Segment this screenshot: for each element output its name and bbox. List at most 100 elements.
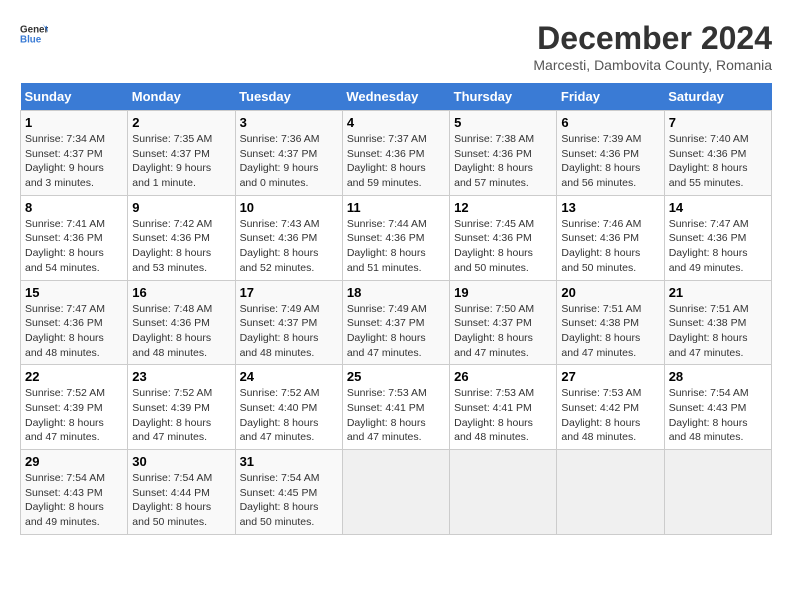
day-number: 6 [561, 115, 659, 130]
day-number: 1 [25, 115, 123, 130]
calendar-cell: 17 Sunrise: 7:49 AMSunset: 4:37 PMDayligh… [235, 280, 342, 365]
calendar-cell: 6Sunrise: 7:39 AMSunset: 4:36 PMDaylight… [557, 111, 664, 196]
day-info: Sunrise: 7:54 AMSunset: 4:43 PMDaylight:… [669, 386, 767, 445]
day-header-thursday: Thursday [450, 83, 557, 111]
day-info: Sunrise: 7:37 AMSunset: 4:36 PMDaylight:… [347, 132, 445, 191]
day-number: 20 [561, 285, 659, 300]
calendar-cell: 16 Sunrise: 7:48 AMSunset: 4:36 PMDayligh… [128, 280, 235, 365]
day-info: Sunrise: 7:54 AMSunset: 4:44 PMDaylight:… [132, 471, 230, 530]
day-number: 5 [454, 115, 552, 130]
day-number: 21 [669, 285, 767, 300]
calendar-cell: 21 Sunrise: 7:51 AMSunset: 4:38 PMDayligh… [664, 280, 771, 365]
day-number: 9 [132, 200, 230, 215]
day-number: 14 [669, 200, 767, 215]
day-info: Sunrise: 7:53 AMSunset: 4:41 PMDaylight:… [454, 386, 552, 445]
day-info: Sunrise: 7:52 AMSunset: 4:39 PMDaylight:… [132, 386, 230, 445]
calendar-cell: 10 Sunrise: 7:43 AMSunset: 4:36 PMDayligh… [235, 195, 342, 280]
week-row-1: 1 Sunrise: 7:34 AMSunset: 4:37 PMDaylight… [21, 111, 772, 196]
day-info: Sunrise: 7:52 AMSunset: 4:40 PMDaylight:… [240, 386, 338, 445]
subtitle: Marcesti, Dambovita County, Romania [533, 57, 772, 73]
day-number: 28 [669, 369, 767, 384]
calendar-cell: 19 Sunrise: 7:50 AMSunset: 4:37 PMDayligh… [450, 280, 557, 365]
day-info: Sunrise: 7:54 AMSunset: 4:45 PMDaylight:… [240, 471, 338, 530]
day-number: 7 [669, 115, 767, 130]
day-number: 31 [240, 454, 338, 469]
day-header-saturday: Saturday [664, 83, 771, 111]
day-info: Sunrise: 7:51 AMSunset: 4:38 PMDaylight:… [669, 302, 767, 361]
day-info: Sunrise: 7:43 AMSunset: 4:36 PMDaylight:… [240, 217, 338, 276]
day-info: Sunrise: 7:50 AMSunset: 4:37 PMDaylight:… [454, 302, 552, 361]
calendar-cell: 3 Sunrise: 7:36 AMSunset: 4:37 PMDaylight… [235, 111, 342, 196]
day-info: Sunrise: 7:35 AMSunset: 4:37 PMDaylight:… [132, 132, 230, 191]
calendar-cell: 12 Sunrise: 7:45 AMSunset: 4:36 PMDayligh… [450, 195, 557, 280]
day-number: 4 [347, 115, 445, 130]
calendar-cell [664, 450, 771, 535]
day-number: 30 [132, 454, 230, 469]
day-number: 18 [347, 285, 445, 300]
day-number: 23 [132, 369, 230, 384]
day-number: 3 [240, 115, 338, 130]
day-number: 16 [132, 285, 230, 300]
calendar-table: SundayMondayTuesdayWednesdayThursdayFrid… [20, 83, 772, 535]
calendar-cell: 7 Sunrise: 7:40 AMSunset: 4:36 PMDaylight… [664, 111, 771, 196]
day-number: 26 [454, 369, 552, 384]
calendar-cell: 20 Sunrise: 7:51 AMSunset: 4:38 PMDayligh… [557, 280, 664, 365]
calendar-cell: 27Sunrise: 7:53 AMSunset: 4:42 PMDayligh… [557, 365, 664, 450]
calendar-cell [557, 450, 664, 535]
calendar-cell: 18 Sunrise: 7:49 AMSunset: 4:37 PMDayligh… [342, 280, 449, 365]
calendar-cell: 11 Sunrise: 7:44 AMSunset: 4:36 PMDayligh… [342, 195, 449, 280]
calendar-cell: 2 Sunrise: 7:35 AMSunset: 4:37 PMDaylight… [128, 111, 235, 196]
day-header-monday: Monday [128, 83, 235, 111]
day-number: 10 [240, 200, 338, 215]
calendar-cell: 30 Sunrise: 7:54 AMSunset: 4:44 PMDayligh… [128, 450, 235, 535]
calendar-cell: 9 Sunrise: 7:42 AMSunset: 4:36 PMDaylight… [128, 195, 235, 280]
header: General Blue December 2024 Marcesti, Dam… [20, 20, 772, 73]
day-info: Sunrise: 7:49 AMSunset: 4:37 PMDaylight:… [347, 302, 445, 361]
calendar-cell: 14Sunrise: 7:47 AMSunset: 4:36 PMDayligh… [664, 195, 771, 280]
header-row: SundayMondayTuesdayWednesdayThursdayFrid… [21, 83, 772, 111]
day-number: 13 [561, 200, 659, 215]
calendar-cell: 26 Sunrise: 7:53 AMSunset: 4:41 PMDayligh… [450, 365, 557, 450]
day-info: Sunrise: 7:42 AMSunset: 4:36 PMDaylight:… [132, 217, 230, 276]
calendar-cell: 1 Sunrise: 7:34 AMSunset: 4:37 PMDaylight… [21, 111, 128, 196]
day-number: 2 [132, 115, 230, 130]
calendar-cell: 22 Sunrise: 7:52 AMSunset: 4:39 PMDayligh… [21, 365, 128, 450]
title-area: December 2024 Marcesti, Dambovita County… [533, 20, 772, 73]
day-number: 19 [454, 285, 552, 300]
day-info: Sunrise: 7:48 AMSunset: 4:36 PMDaylight:… [132, 302, 230, 361]
day-info: Sunrise: 7:44 AMSunset: 4:36 PMDaylight:… [347, 217, 445, 276]
calendar-cell: 25 Sunrise: 7:53 AMSunset: 4:41 PMDayligh… [342, 365, 449, 450]
calendar-cell: 15Sunrise: 7:47 AMSunset: 4:36 PMDayligh… [21, 280, 128, 365]
calendar-cell: 24 Sunrise: 7:52 AMSunset: 4:40 PMDayligh… [235, 365, 342, 450]
day-number: 25 [347, 369, 445, 384]
calendar-cell [450, 450, 557, 535]
day-info: Sunrise: 7:40 AMSunset: 4:36 PMDaylight:… [669, 132, 767, 191]
day-number: 11 [347, 200, 445, 215]
day-number: 22 [25, 369, 123, 384]
day-number: 29 [25, 454, 123, 469]
day-number: 17 [240, 285, 338, 300]
calendar-cell: 28 Sunrise: 7:54 AMSunset: 4:43 PMDayligh… [664, 365, 771, 450]
day-info: Sunrise: 7:49 AMSunset: 4:37 PMDaylight:… [240, 302, 338, 361]
day-info: Sunrise: 7:52 AMSunset: 4:39 PMDaylight:… [25, 386, 123, 445]
day-info: Sunrise: 7:36 AMSunset: 4:37 PMDaylight:… [240, 132, 338, 191]
calendar-cell: 23 Sunrise: 7:52 AMSunset: 4:39 PMDayligh… [128, 365, 235, 450]
main-title: December 2024 [533, 20, 772, 57]
day-info: Sunrise: 7:47 AMSunset: 4:36 PMDaylight:… [25, 302, 123, 361]
day-info: Sunrise: 7:45 AMSunset: 4:36 PMDaylight:… [454, 217, 552, 276]
day-header-friday: Friday [557, 83, 664, 111]
day-info: Sunrise: 7:34 AMSunset: 4:37 PMDaylight:… [25, 132, 123, 191]
day-number: 24 [240, 369, 338, 384]
day-info: Sunrise: 7:51 AMSunset: 4:38 PMDaylight:… [561, 302, 659, 361]
day-info: Sunrise: 7:53 AMSunset: 4:41 PMDaylight:… [347, 386, 445, 445]
svg-text:Blue: Blue [20, 34, 42, 45]
week-row-5: 29Sunrise: 7:54 AMSunset: 4:43 PMDayligh… [21, 450, 772, 535]
day-header-wednesday: Wednesday [342, 83, 449, 111]
calendar-cell [342, 450, 449, 535]
day-header-sunday: Sunday [21, 83, 128, 111]
day-number: 8 [25, 200, 123, 215]
day-number: 12 [454, 200, 552, 215]
calendar-cell: 5Sunrise: 7:38 AMSunset: 4:36 PMDaylight… [450, 111, 557, 196]
calendar-cell: 8Sunrise: 7:41 AMSunset: 4:36 PMDaylight… [21, 195, 128, 280]
calendar-cell: 29Sunrise: 7:54 AMSunset: 4:43 PMDayligh… [21, 450, 128, 535]
